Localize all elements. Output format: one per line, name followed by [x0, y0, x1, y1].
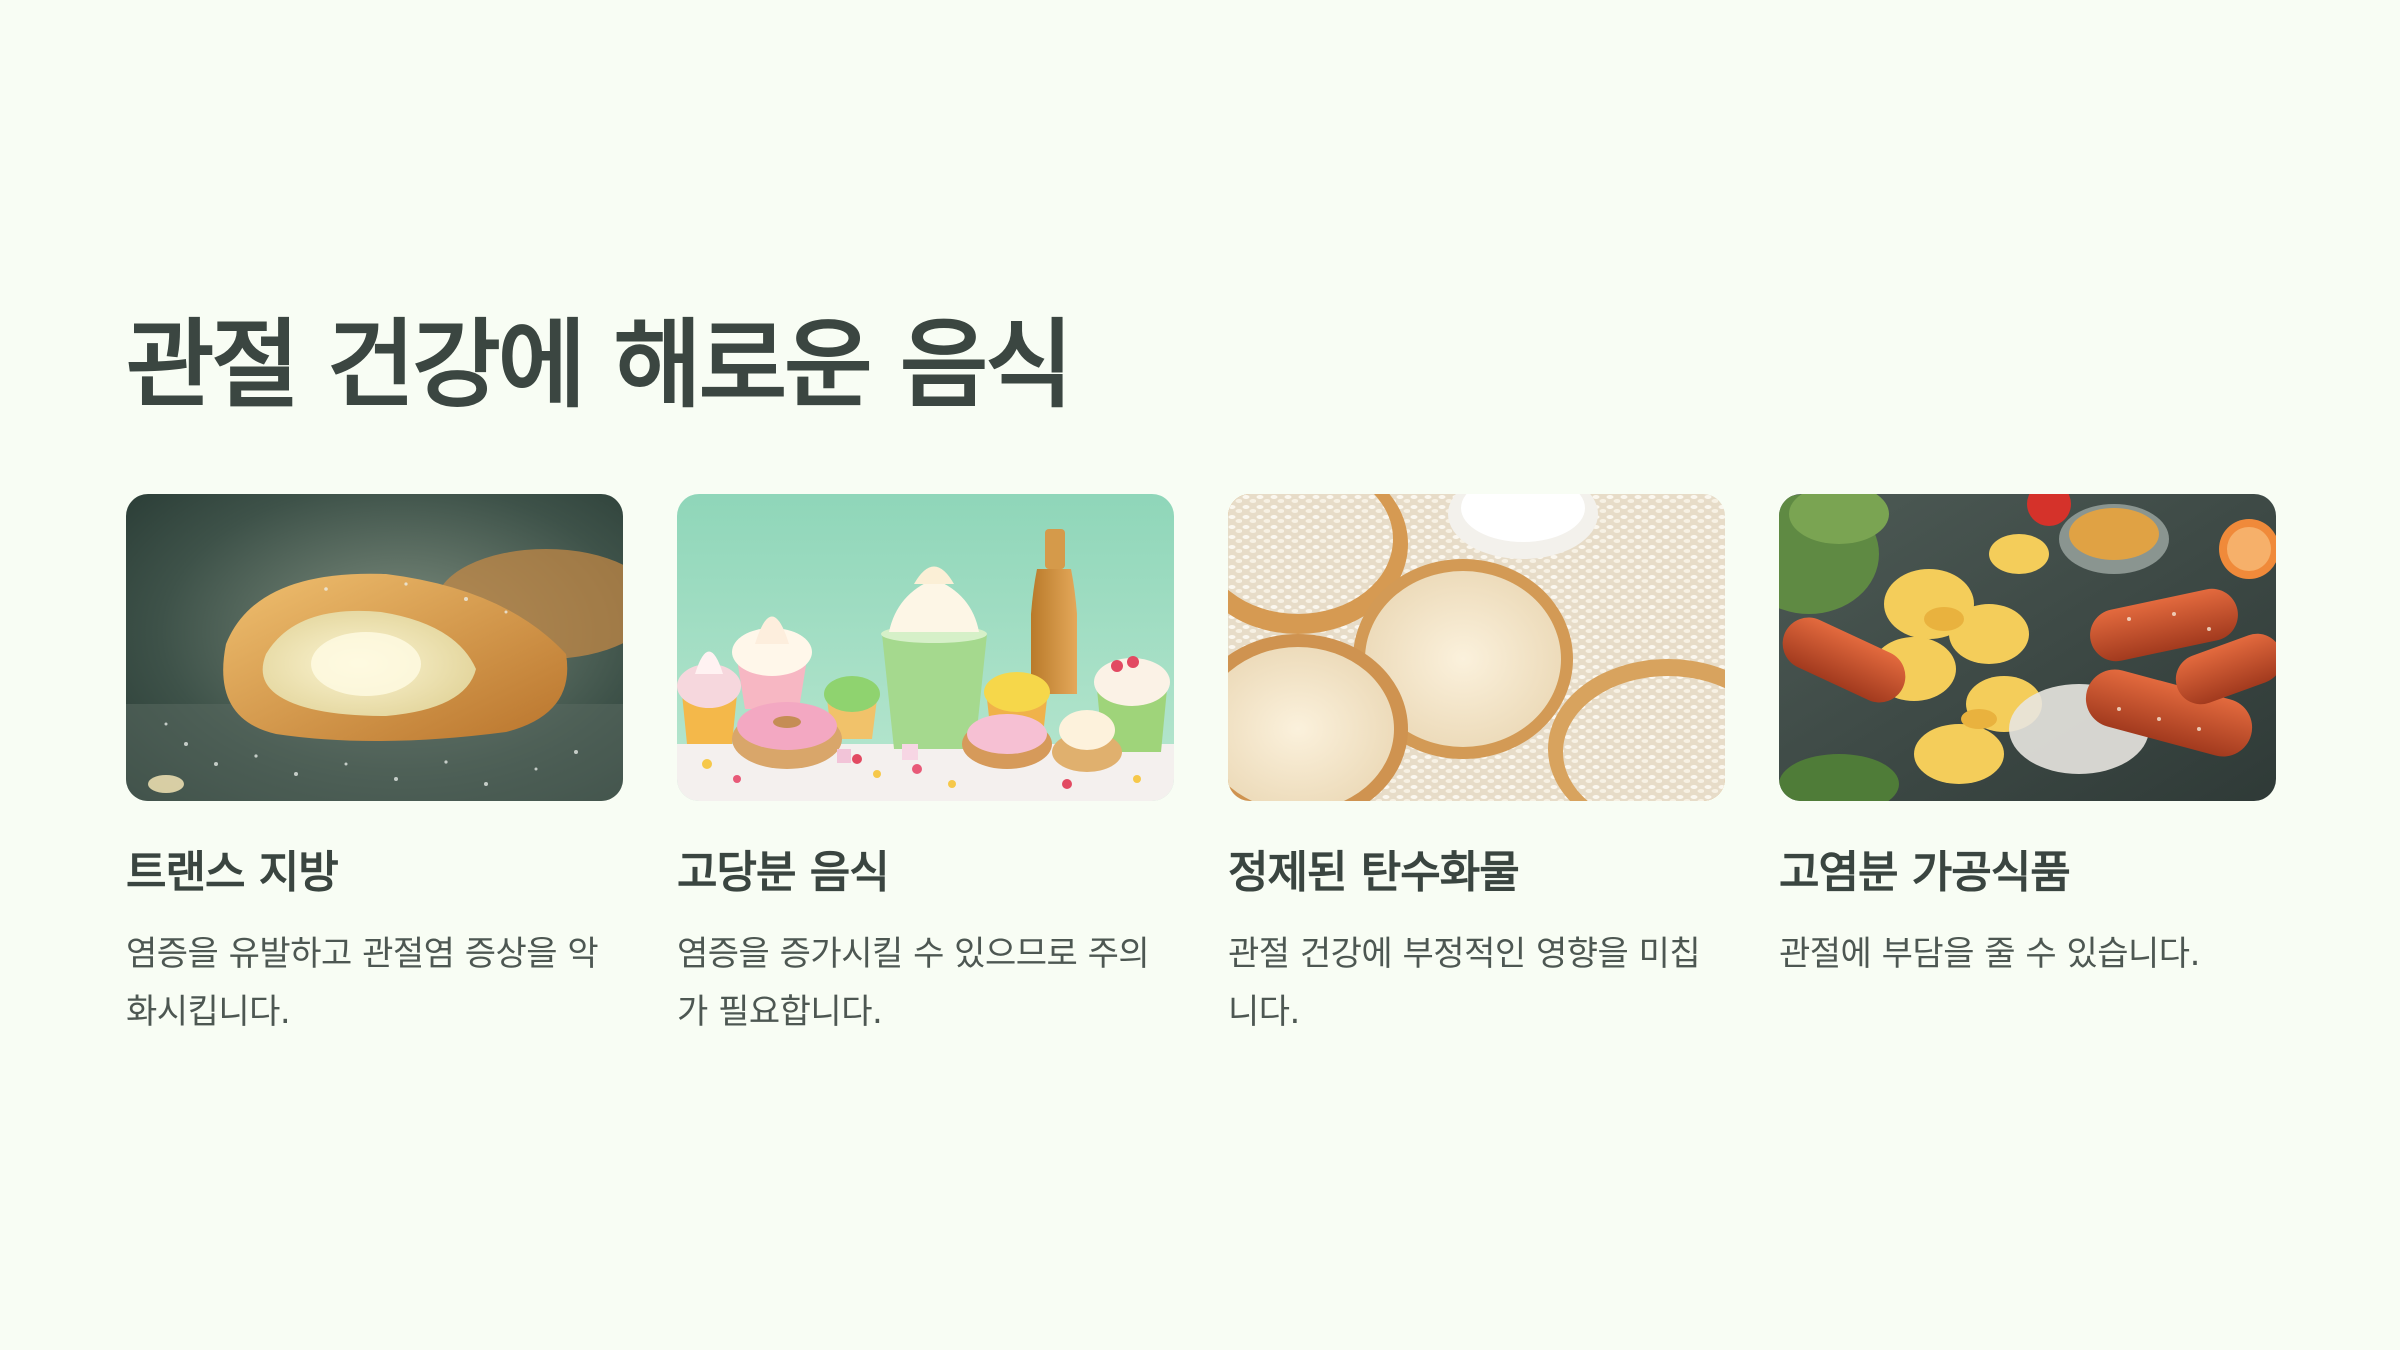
card-title: 고염분 가공식품 [1779, 847, 2071, 898]
card-refined-carbs: 정제된 탄수화물 관절 건강에 부정적인 영향을 미칩니다. [1228, 494, 1725, 1041]
sausage-chips-photo [1779, 494, 2276, 801]
sweets-image [677, 494, 1174, 801]
card-title: 고당분 음식 [677, 847, 890, 898]
card-description: 관절 건강에 부정적인 영향을 미칩니다. [1228, 934, 1701, 1032]
card-description: 관절에 부담을 줄 수 있습니다. [1779, 934, 2200, 974]
card-high-sugar: 고당분 음식 염증을 증가시킬 수 있으므로 주의가 필요합니다. [677, 494, 1174, 1041]
page-title: 관절 건강에 해로운 음식 [126, 309, 1073, 421]
bread-rice-photo [1228, 494, 1725, 801]
card-title: 트랜스 지방 [126, 847, 339, 898]
card-description: 염증을 증가시킬 수 있으므로 주의가 필요합니다. [677, 934, 1150, 1032]
bread-rice-image [1228, 494, 1725, 801]
card-description: 염증을 유발하고 관절염 증상을 악화시킵니다. [126, 934, 599, 1032]
card-title: 정제된 탄수화물 [1228, 847, 1520, 898]
sweets-photo [677, 494, 1174, 801]
pastry-photo [126, 494, 623, 801]
card-grid: 트랜스 지방 염증을 유발하고 관절염 증상을 악화시킵니다. 고당분 음식 염… [126, 494, 2276, 1041]
card-trans-fat: 트랜스 지방 염증을 유발하고 관절염 증상을 악화시킵니다. [126, 494, 623, 1041]
pastry-image [126, 494, 623, 801]
sausage-chips-image [1779, 494, 2276, 801]
card-high-sodium: 고염분 가공식품 관절에 부담을 줄 수 있습니다. [1779, 494, 2276, 1041]
